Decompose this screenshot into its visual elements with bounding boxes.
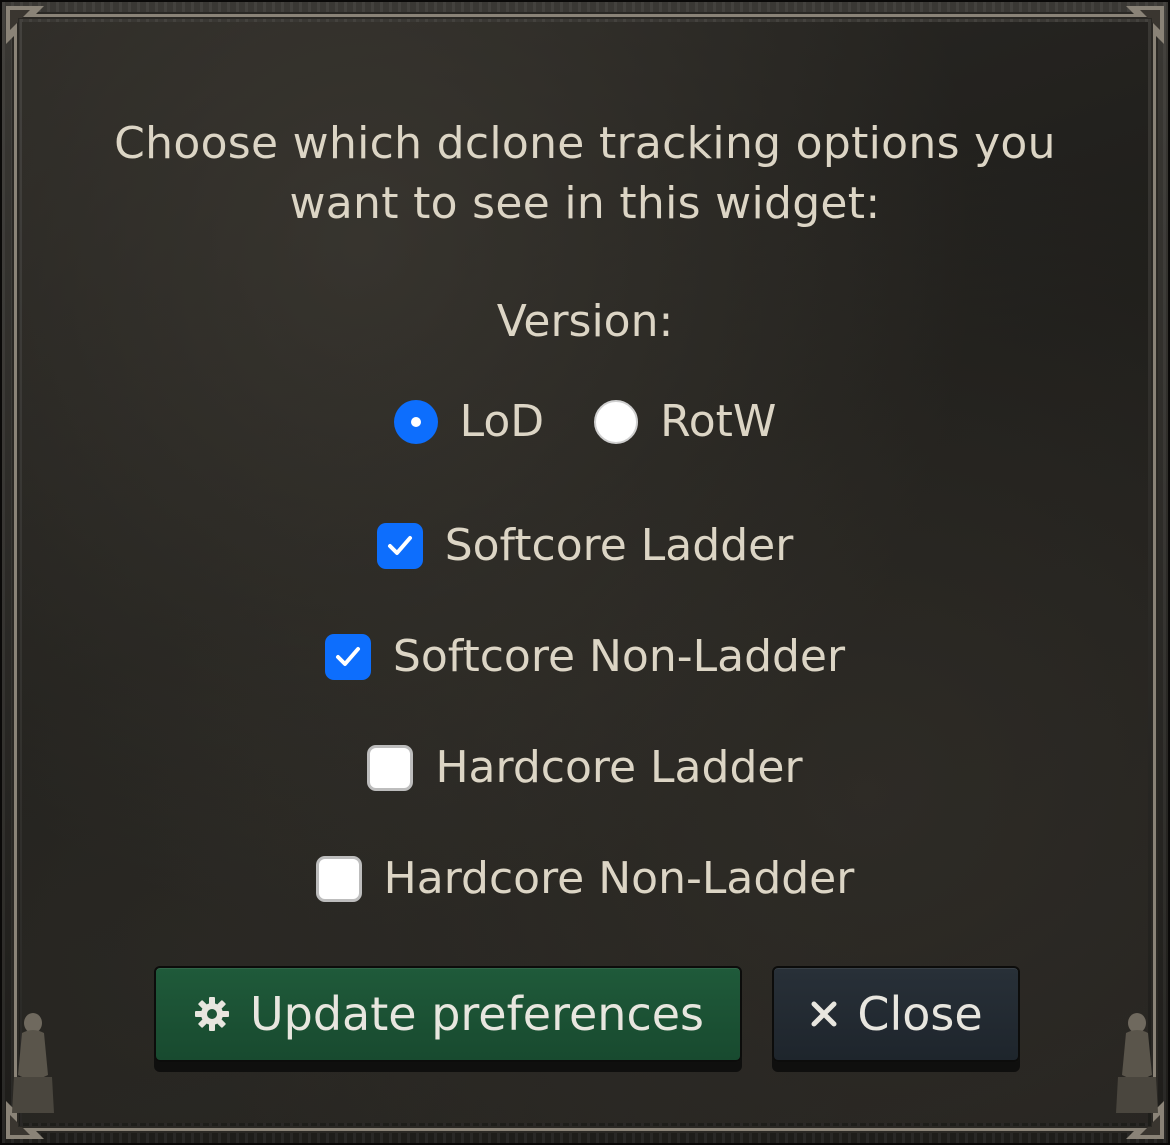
version-radio-group: LoD RotW — [22, 390, 1148, 454]
checkbox-row-hardcore-non-ladder[interactable]: Hardcore Non-Ladder — [22, 847, 1148, 911]
checkbox-label-softcore-ladder: Softcore Ladder — [444, 520, 794, 571]
version-label: Version: — [496, 296, 674, 347]
checkbox-row-hardcore-ladder[interactable]: Hardcore Ladder — [22, 736, 1148, 800]
statue-ornament-icon — [1116, 1013, 1158, 1113]
update-preferences-label: Update preferences — [249, 987, 705, 1041]
close-button[interactable]: Close — [772, 966, 1020, 1062]
radio-lod[interactable] — [393, 400, 438, 444]
checkbox-label-hardcore-non-ladder: Hardcore Non-Ladder — [383, 853, 855, 904]
checkbox-hardcore-non-ladder[interactable] — [315, 856, 362, 902]
update-preferences-button[interactable]: Update preferences — [154, 966, 742, 1062]
intro-line-2: want to see in this widget: — [289, 178, 881, 229]
radio-option-lod[interactable]: LoD — [393, 394, 545, 450]
checkbox-label-hardcore-ladder: Hardcore Ladder — [435, 742, 803, 793]
close-icon — [809, 999, 839, 1029]
checkbox-softcore-non-ladder[interactable] — [324, 634, 371, 680]
checkmark-icon — [387, 536, 412, 555]
radio-label-rotw: RotW — [660, 396, 777, 447]
checkbox-softcore-ladder[interactable] — [376, 523, 423, 569]
radio-rotw[interactable] — [594, 400, 639, 444]
radio-label-lod: LoD — [459, 396, 545, 447]
statue-ornament-icon — [12, 1013, 54, 1113]
checkmark-icon — [335, 647, 360, 666]
intro-line-1: Choose which dclone tracking options you — [114, 118, 1056, 169]
checkbox-label-softcore-non-ladder: Softcore Non-Ladder — [392, 631, 846, 682]
dialog-frame: Choose which dclone tracking options you… — [0, 0, 1170, 1145]
corner-ornament-icon — [1126, 6, 1164, 44]
intro-text: Choose which dclone tracking options you… — [22, 114, 1148, 234]
checkbox-row-softcore-ladder[interactable]: Softcore Ladder — [22, 514, 1148, 578]
checkbox-row-softcore-non-ladder[interactable]: Softcore Non-Ladder — [22, 625, 1148, 689]
dialog-panel: Choose which dclone tracking options you… — [22, 22, 1148, 1123]
radio-option-rotw[interactable]: RotW — [594, 394, 776, 450]
close-label: Close — [857, 987, 983, 1041]
gear-icon — [192, 994, 232, 1034]
checkbox-hardcore-ladder[interactable] — [367, 745, 414, 791]
corner-ornament-icon — [6, 6, 44, 44]
